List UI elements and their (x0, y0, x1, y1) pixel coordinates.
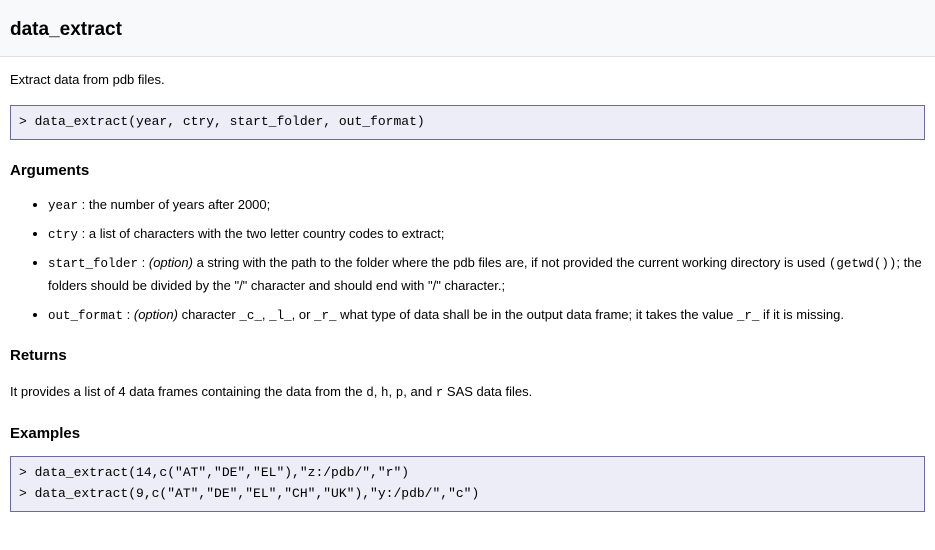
arg-start-folder: start_folder : (option) a string with th… (48, 252, 925, 297)
examples-block: > data_extract(14,c("AT","DE","EL"),"z:/… (10, 456, 925, 512)
arg-desc2-code: _r_ (737, 309, 760, 323)
returns-text: It provides a list of 4 data frames cont… (10, 381, 925, 404)
option-label: (option) (134, 307, 178, 322)
arg-name: year (48, 199, 78, 213)
arg-name: out_format (48, 309, 123, 323)
arg-desc: a string with the path to the folder whe… (197, 255, 829, 270)
arg-desc2: what type of data shall be in the output… (337, 307, 737, 322)
val-c: _c_ (239, 309, 262, 323)
returns-heading: Returns (10, 343, 925, 369)
option-label: (option) (149, 255, 193, 270)
arg-name: start_folder (48, 257, 138, 271)
arg-desc2-tail: if it is missing. (759, 307, 844, 322)
val-l: _l_ (269, 309, 292, 323)
page-title: data_extract (10, 14, 925, 46)
file-d: d (366, 386, 374, 400)
arg-out-format: out_format : (option) character _c_, _l_… (48, 304, 925, 327)
arg-desc: the number of years after 2000; (89, 197, 270, 212)
arg-year: year : the number of years after 2000; (48, 194, 925, 217)
arg-desc: a list of characters with the two letter… (89, 226, 445, 241)
page-header: data_extract (0, 0, 935, 57)
arguments-list: year : the number of years after 2000; c… (10, 194, 925, 327)
signature-block: > data_extract(year, ctry, start_folder,… (10, 105, 925, 140)
file-h: h (381, 386, 389, 400)
arg-tail-code: (getwd()) (829, 257, 897, 271)
arg-ctry: ctry : a list of characters with the two… (48, 223, 925, 246)
arguments-heading: Arguments (10, 158, 925, 184)
description: Extract data from pdb files. (10, 69, 925, 91)
val-r: _r_ (314, 309, 337, 323)
arg-name: ctry (48, 228, 78, 242)
examples-heading: Examples (10, 421, 925, 447)
arg-desc: character (182, 307, 240, 322)
